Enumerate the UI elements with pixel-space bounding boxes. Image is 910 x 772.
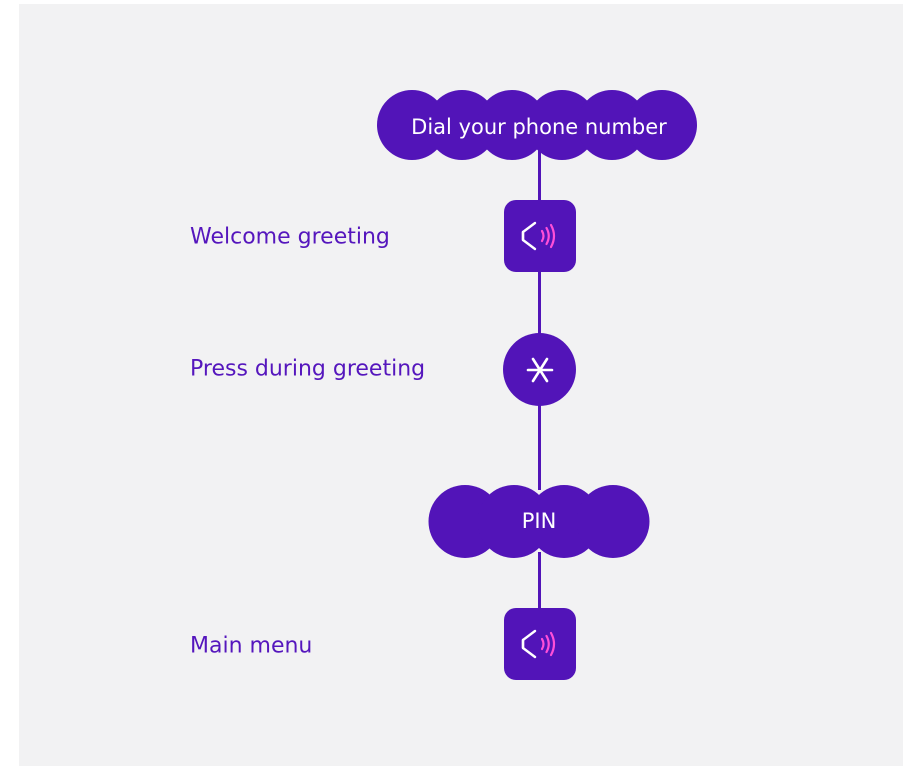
connector-line	[538, 270, 541, 340]
step-label-welcome-greeting: Welcome greeting	[190, 224, 390, 250]
main-menu-node	[504, 608, 576, 680]
connector-line	[538, 405, 541, 490]
step-label-press-during-greeting: Press during greeting	[190, 356, 426, 382]
connector-line	[538, 552, 541, 612]
pin-label: PIN	[521, 509, 557, 533]
asterisk-icon	[526, 357, 553, 382]
welcome-greeting-node	[504, 200, 576, 272]
press-during-greeting-node	[503, 333, 576, 406]
start-label: Dial your phone number	[411, 115, 667, 139]
speaker-icon	[521, 221, 556, 251]
speaker-icon	[521, 629, 556, 659]
step-label-main-menu: Main menu	[190, 633, 313, 659]
